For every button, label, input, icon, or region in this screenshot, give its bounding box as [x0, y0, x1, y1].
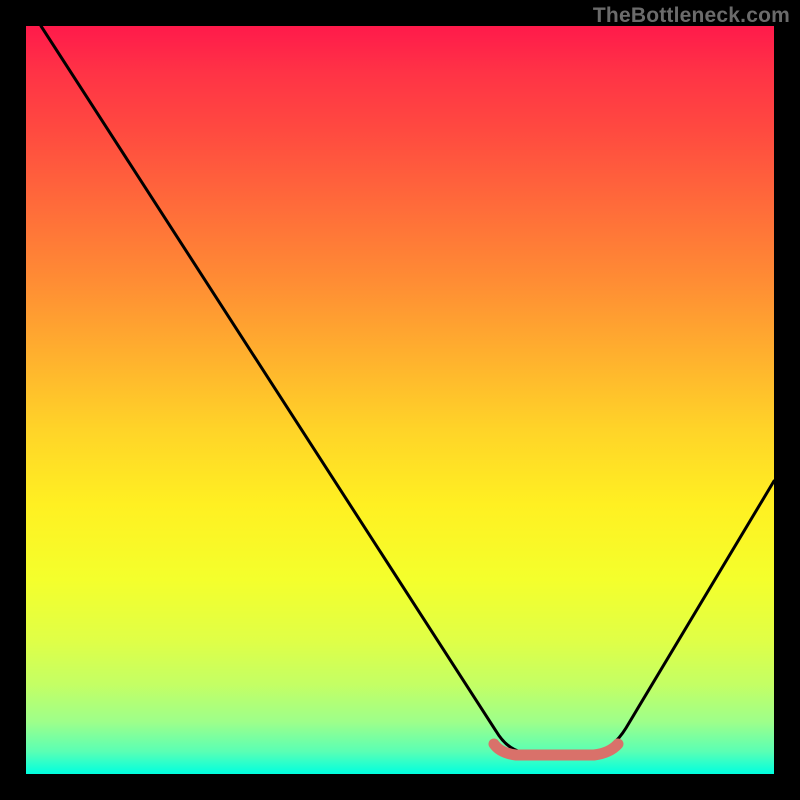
optimum-band — [494, 744, 618, 755]
watermark: TheBottleneck.com — [593, 4, 790, 28]
curve-layer — [26, 26, 774, 774]
plot-area — [26, 26, 774, 774]
chart-frame: TheBottleneck.com — [0, 0, 800, 800]
bottleneck-curve — [41, 26, 774, 752]
